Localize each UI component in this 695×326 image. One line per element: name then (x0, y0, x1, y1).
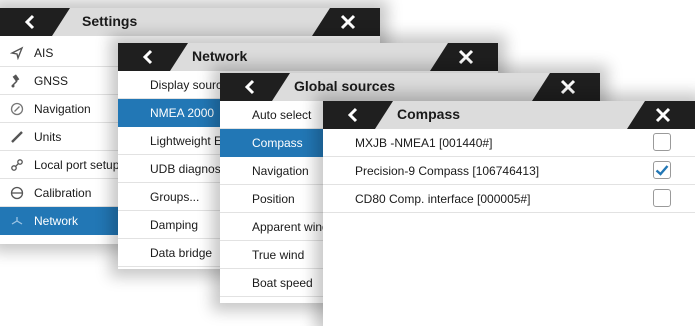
global-sources-item-label: Compass (252, 135, 303, 150)
network-close-button[interactable] (430, 43, 498, 71)
compass-source-checkbox[interactable] (653, 133, 671, 151)
calibration-icon (0, 186, 34, 200)
settings-close-button[interactable] (312, 8, 380, 36)
compass-source-label: Precision-9 Compass [106746413] (355, 163, 540, 178)
global-sources-item-label: Apparent wind (252, 219, 329, 234)
units-icon (0, 130, 34, 144)
compass-title: Compass (397, 106, 461, 122)
global-sources-close-button[interactable] (532, 73, 600, 101)
local-port-icon (0, 158, 34, 172)
compass-titlebar: Compass (323, 101, 695, 129)
global-sources-back-button[interactable] (220, 73, 290, 101)
global-sources-item-label: Navigation (252, 163, 309, 178)
global-sources-item-label: Position (252, 191, 295, 206)
network-back-button[interactable] (118, 43, 188, 71)
global-sources-title: Global sources (294, 78, 396, 94)
ais-icon (0, 46, 34, 60)
compass-source-list: MXJB -NMEA1 [001440#] Precision-9 Compas… (323, 129, 695, 213)
checkmark-icon (655, 165, 669, 176)
settings-back-button[interactable] (0, 8, 70, 36)
settings-item-label: Calibration (34, 185, 92, 200)
compass-close-button[interactable] (627, 101, 695, 129)
back-arrow-icon (22, 14, 38, 30)
compass-source-checkbox[interactable] (653, 161, 671, 179)
settings-item-label: GNSS (34, 73, 69, 88)
network-titlebar: Network (118, 43, 498, 71)
network-title: Network (192, 48, 248, 64)
global-sources-item-label: Boat speed (252, 275, 313, 290)
settings-item-label: Units (34, 129, 62, 144)
settings-item-label: Network (34, 213, 79, 228)
global-sources-item-label: True wind (252, 247, 305, 262)
network-item-label: Groups... (150, 189, 200, 204)
close-icon (340, 14, 356, 30)
compass-source-row[interactable]: MXJB -NMEA1 [001440#] (323, 129, 695, 157)
close-icon (560, 79, 576, 95)
compass-source-row[interactable]: Precision-9 Compass [106746413] (323, 157, 695, 185)
settings-title: Settings (82, 13, 138, 29)
compass-back-button[interactable] (323, 101, 393, 129)
network-item-label: NMEA 2000 (150, 105, 215, 120)
compass-source-row[interactable]: CD80 Comp. interface [000005#] (323, 185, 695, 213)
network-icon (0, 214, 34, 228)
navigation-icon (0, 102, 34, 116)
gnss-icon (0, 73, 34, 88)
settings-item-label: Navigation (34, 101, 91, 116)
compass-source-checkbox[interactable] (653, 189, 671, 207)
compass-source-label: CD80 Comp. interface [000005#] (355, 191, 531, 206)
settings-titlebar: Settings (0, 8, 380, 36)
network-item-label: Damping (150, 217, 199, 232)
back-arrow-icon (242, 79, 258, 95)
close-icon (655, 107, 671, 123)
network-item-label: Data bridge (150, 245, 213, 260)
back-arrow-icon (345, 107, 361, 123)
settings-item-label: AIS (34, 45, 54, 60)
close-icon (458, 49, 474, 65)
global-sources-item-label: Auto select (252, 107, 312, 122)
compass-source-label: MXJB -NMEA1 [001440#] (355, 135, 493, 150)
network-item-label: Display sources (150, 77, 235, 92)
compass-panel: Compass MXJB -NMEA1 [001440#] Precision-… (323, 101, 695, 326)
back-arrow-icon (140, 49, 156, 65)
global-sources-titlebar: Global sources (220, 73, 600, 101)
settings-item-label: Local port setup (34, 157, 120, 172)
